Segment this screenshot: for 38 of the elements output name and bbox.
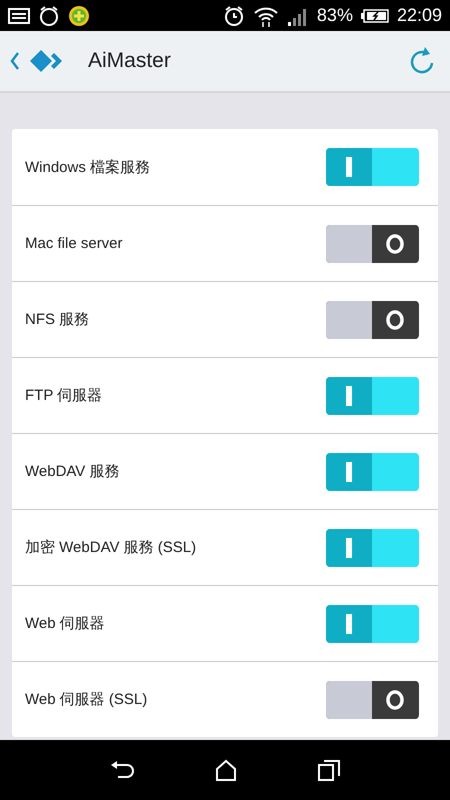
on-bar-icon [346, 462, 352, 482]
clock-time: 22:09 [396, 5, 442, 26]
battery-percentage: 83% [316, 5, 353, 26]
plus-app-icon [68, 4, 90, 26]
off-ring-icon [386, 234, 404, 254]
home-icon[interactable] [214, 759, 237, 781]
toggle-switch[interactable] [326, 148, 419, 186]
service-label: FTP 伺服器 [25, 386, 102, 405]
off-ring-icon [386, 310, 404, 330]
app-title: AiMaster [88, 49, 171, 73]
off-ring-icon [386, 690, 404, 710]
service-label: Windows 檔案服務 [25, 158, 150, 176]
service-label: WebDAV 服務 [25, 462, 120, 481]
service-label: NFS 服務 [25, 310, 90, 329]
recent-apps-icon[interactable] [318, 759, 340, 781]
image-notification-icon [8, 8, 30, 24]
battery-charging-icon [360, 8, 389, 22]
on-bar-icon [346, 386, 352, 406]
toggle-switch[interactable] [326, 224, 419, 262]
back-chevron-icon[interactable] [10, 52, 20, 70]
wifi-icon [252, 4, 279, 26]
back-icon[interactable] [110, 760, 134, 780]
toggle-switch[interactable] [326, 680, 419, 718]
toggle-switch[interactable] [326, 300, 419, 338]
service-label: 加密 WebDAV 服務 (SSL) [25, 538, 196, 557]
alarm-notification-icon [38, 4, 60, 26]
toggle-switch[interactable] [326, 528, 419, 566]
alarm-icon [222, 4, 245, 26]
on-bar-icon [346, 157, 352, 177]
on-bar-icon [346, 538, 352, 558]
service-label: Web 伺服器 [25, 614, 105, 633]
service-label: Mac file server [25, 235, 123, 252]
toggle-switch[interactable] [326, 452, 419, 490]
toggle-switch[interactable] [326, 376, 419, 414]
service-label: Web 伺服器 (SSL) [25, 690, 148, 709]
refresh-icon[interactable] [408, 46, 436, 76]
on-bar-icon [346, 614, 352, 634]
toggle-switch[interactable] [326, 604, 419, 642]
